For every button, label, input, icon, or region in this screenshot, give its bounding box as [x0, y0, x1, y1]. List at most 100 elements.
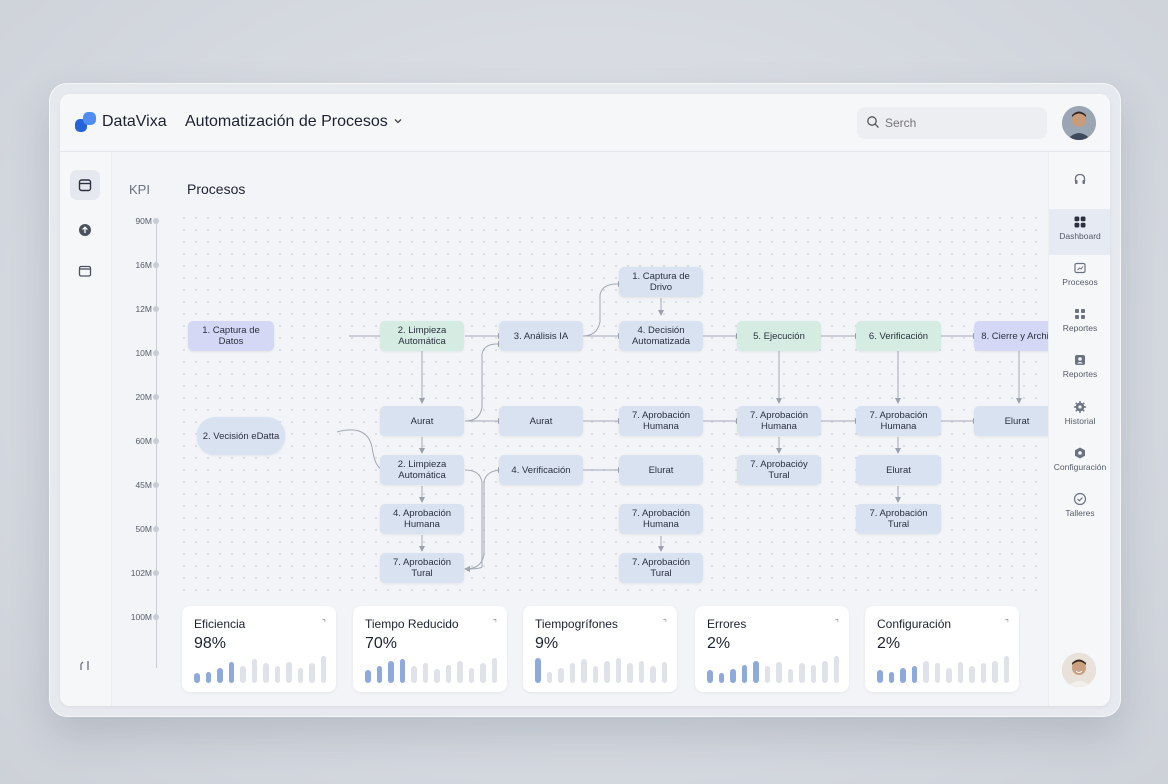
- kpi-card[interactable]: Tiempogrífones 9% ⌝: [523, 606, 677, 692]
- top-bar: DataVixa Automatización de Procesos: [60, 94, 1110, 152]
- spark-bar: [627, 663, 633, 683]
- reports-icon: [1075, 309, 1085, 319]
- spark-bar: [969, 666, 975, 683]
- spark-bar: [992, 661, 998, 683]
- spark-bar: [957, 662, 963, 683]
- expand-icon: [80, 661, 89, 670]
- flow-node-n13[interactable]: 7. Aprobación Humana: [737, 406, 821, 436]
- right-sidebar: Dashboard Procesos Reportes Reportes His…: [1048, 152, 1110, 706]
- flow-node-n21[interactable]: 4. Aprobación Humana: [380, 504, 464, 534]
- corner-arrow-icon[interactable]: ⌝: [663, 618, 667, 629]
- sidebar-item-reportes-alt[interactable]: Reportes: [1049, 347, 1110, 393]
- kpi-sparkbars: [877, 653, 1009, 683]
- kpi-card-value: 2%: [877, 635, 901, 652]
- flow-node-n25[interactable]: 7. Aprobación Tural: [619, 553, 703, 583]
- spark-bar: [286, 662, 292, 683]
- spark-bar: [546, 672, 552, 683]
- spark-bar: [799, 663, 805, 683]
- kpi-card[interactable]: Configuración 2% ⌝: [865, 606, 1019, 692]
- spark-bar: [251, 659, 257, 683]
- kpi-card[interactable]: Tiempo Reducido 70% ⌝: [353, 606, 507, 692]
- corner-arrow-icon[interactable]: ⌝: [835, 618, 839, 629]
- spark-bar: [923, 661, 929, 683]
- flow-node-n17[interactable]: 4. Verificación: [499, 455, 583, 485]
- assistant-avatar[interactable]: [1062, 653, 1096, 687]
- sidebar-item-configuracion[interactable]: Configuración: [1049, 440, 1110, 486]
- spark-bar: [569, 663, 575, 683]
- flow-node-n4[interactable]: 1. Captura de Drivo: [619, 267, 703, 297]
- kpi-card-value: 70%: [365, 635, 398, 652]
- sidebar-item-reportes[interactable]: Reportes: [1049, 301, 1110, 347]
- spark-bar: [468, 668, 474, 683]
- spark-bar: [274, 666, 280, 683]
- spark-bar: [411, 666, 417, 683]
- corner-arrow-icon[interactable]: ⌝: [322, 618, 326, 629]
- flow-node-n12[interactable]: 7. Aprobación Humana: [619, 406, 703, 436]
- processes-icon: [1074, 262, 1086, 274]
- sidebar-item-label: Configuración: [1053, 462, 1107, 472]
- spark-bar: [615, 658, 621, 683]
- spark-bar: [399, 659, 405, 683]
- flow-node-n20[interactable]: Elurat: [856, 455, 941, 485]
- kpi-card-title: Configuración: [877, 617, 952, 631]
- user-avatar[interactable]: [1062, 106, 1096, 140]
- headset-icon: [1074, 173, 1086, 184]
- kpi-card[interactable]: Errores 2% ⌝: [695, 606, 849, 692]
- dashboard-icon: [1074, 216, 1086, 228]
- sidebar-item-talleres[interactable]: Talleres: [1049, 486, 1110, 532]
- spark-bar: [217, 668, 223, 683]
- flow-node-n1[interactable]: 1. Captura de Datos: [188, 321, 274, 351]
- page-title[interactable]: Automatización de Procesos: [185, 113, 388, 131]
- search-input[interactable]: [885, 113, 1035, 133]
- sidebar-item-historial[interactable]: Historial: [1049, 394, 1110, 440]
- sidebar-item-label: Reportes: [1062, 323, 1098, 333]
- flow-node-n16[interactable]: 2. Limpieza Automática: [380, 455, 464, 485]
- flow-node-n7[interactable]: 6. Verificación: [856, 321, 941, 351]
- kpi-card-title: Errores: [707, 617, 747, 631]
- spark-bar: [297, 668, 303, 683]
- sidebar-item-calendar[interactable]: [70, 170, 100, 200]
- flow-node-n24[interactable]: 7. Aprobación Tural: [380, 553, 464, 583]
- spark-bar: [730, 669, 736, 683]
- sidebar-item-expand[interactable]: [70, 650, 100, 680]
- kpi-card[interactable]: Eficiencia 98% ⌝: [182, 606, 336, 692]
- sidebar-item-upload[interactable]: [70, 215, 100, 245]
- flow-node-n22[interactable]: 7. Aprobación Humana: [619, 504, 703, 534]
- sidebar-item-label: Procesos: [1062, 277, 1098, 287]
- corner-arrow-icon[interactable]: ⌝: [493, 618, 497, 629]
- flow-node-n3[interactable]: 3. Análisis IA: [499, 321, 583, 351]
- sidebar-item-dashboard[interactable]: Dashboard: [1049, 209, 1110, 255]
- calendar-icon: [78, 179, 92, 192]
- flow-node-n6[interactable]: 5. Ejecución: [737, 321, 821, 351]
- flow-node-n19[interactable]: 7. Aprobacióy Tural: [737, 455, 821, 485]
- flow-node-n9[interactable]: 2. Vecisión eDatta: [197, 417, 285, 455]
- flow-node-n5[interactable]: 4. Decisión Automatizada: [619, 321, 703, 351]
- flow-node-n18[interactable]: Elurat: [619, 455, 703, 485]
- search-icon: [867, 116, 879, 128]
- flow-node-n11[interactable]: Aurat: [499, 406, 583, 436]
- sidebar-item-support[interactable]: [1049, 166, 1110, 212]
- spark-bar: [900, 668, 906, 683]
- kpi-sparkbars: [365, 653, 497, 683]
- spark-bar: [194, 673, 200, 683]
- flow-node-n23[interactable]: 7. Aprobación Tural: [856, 504, 941, 534]
- flow-node-n10[interactable]: Aurat: [380, 406, 464, 436]
- flow-node-n14[interactable]: 7. Aprobación Humana: [856, 406, 941, 436]
- sidebar-item-folder[interactable]: [70, 256, 100, 286]
- kpi-card-value: 2%: [707, 635, 731, 652]
- search-box[interactable]: [857, 107, 1047, 139]
- sidebar-item-label: Historial: [1064, 416, 1096, 426]
- main-canvas: KPI Procesos 90M 16M 12M 10M 20M 60M 45M 50M 102…: [112, 152, 1066, 706]
- flow-node-n2[interactable]: 2. Limpieza Automática: [380, 321, 464, 351]
- corner-arrow-icon[interactable]: ⌝: [1005, 618, 1009, 629]
- spark-bar: [877, 670, 883, 683]
- kpi-card-value: 9%: [535, 635, 559, 652]
- sidebar-item-procesos[interactable]: Procesos: [1049, 255, 1110, 301]
- chevron-down-icon[interactable]: [392, 115, 404, 127]
- spark-bar: [388, 661, 394, 683]
- kpi-sparkbars: [194, 653, 326, 683]
- gear-icon: [1074, 401, 1086, 413]
- spark-bar: [707, 670, 713, 683]
- spark-bar: [753, 661, 759, 683]
- workshop-icon: [1073, 492, 1087, 506]
